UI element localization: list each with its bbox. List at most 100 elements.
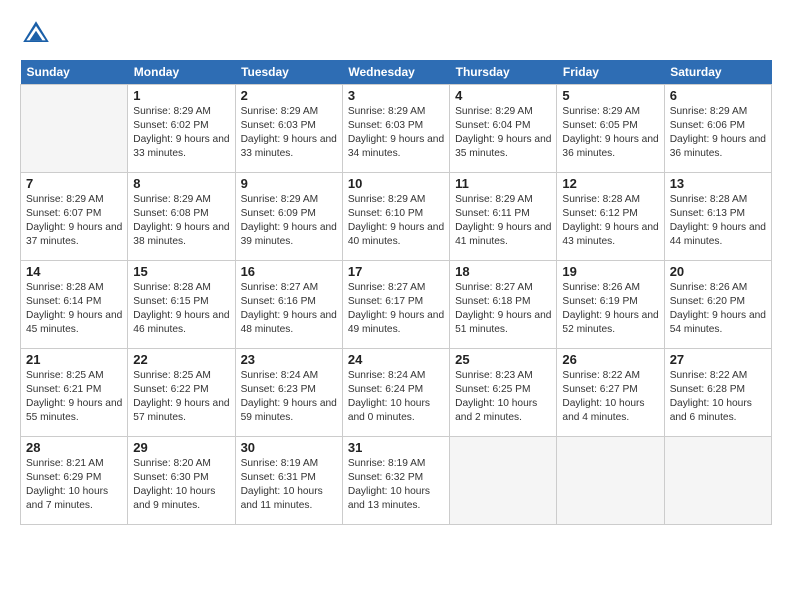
daylight-label: Daylight: 9 hours and 37 minutes. <box>26 222 122 247</box>
day-info: Sunrise: 8:28 AMSunset: 6:14 PMDaylight:… <box>26 281 122 337</box>
day-cell-13: 13Sunrise: 8:28 AMSunset: 6:13 PMDayligh… <box>664 173 771 261</box>
sunrise-label: Sunrise: 8:29 AM <box>348 106 426 117</box>
sunset-label: Sunset: 6:03 PM <box>348 120 423 131</box>
sunset-label: Sunset: 6:07 PM <box>26 208 101 219</box>
weekday-header-saturday: Saturday <box>664 60 771 85</box>
daylight-label: Daylight: 9 hours and 46 minutes. <box>133 310 229 335</box>
day-info: Sunrise: 8:29 AMSunset: 6:04 PMDaylight:… <box>455 105 551 161</box>
day-info: Sunrise: 8:28 AMSunset: 6:12 PMDaylight:… <box>562 193 658 249</box>
day-cell-7: 7 Sunrise: 8:29 AMSunset: 6:07 PMDaylight… <box>21 173 128 261</box>
day-info: Sunrise: 8:27 AMSunset: 6:16 PMDaylight:… <box>241 281 337 337</box>
daylight-label: Daylight: 9 hours and 55 minutes. <box>26 398 122 423</box>
week-row-2: 14 Sunrise: 8:28 AMSunset: 6:14 PMDayligh… <box>21 261 772 349</box>
sunset-label: Sunset: 6:19 PM <box>562 296 637 307</box>
day-cell-18: 18 Sunrise: 8:27 AMSunset: 6:18 PMDayligh… <box>450 261 557 349</box>
header <box>20 18 772 50</box>
weekday-header-monday: Monday <box>128 60 235 85</box>
day-info: Sunrise: 8:24 AMSunset: 6:24 PMDaylight:… <box>348 369 444 425</box>
daylight-label: Daylight: 9 hours and 39 minutes. <box>241 222 337 247</box>
sunrise-label: Sunrise: 8:20 AM <box>133 458 211 469</box>
empty-cell <box>21 85 128 173</box>
sunrise-label: Sunrise: 8:29 AM <box>455 106 533 117</box>
weekday-header-tuesday: Tuesday <box>235 60 342 85</box>
sunset-label: Sunset: 6:31 PM <box>241 472 316 483</box>
sunrise-label: Sunrise: 8:26 AM <box>562 282 640 293</box>
day-number: 17 <box>348 264 444 279</box>
daylight-label: Daylight: 10 hours and 13 minutes. <box>348 486 430 511</box>
daylight-label: Daylight: 9 hours and 57 minutes. <box>133 398 229 423</box>
sunrise-label: Sunrise: 8:27 AM <box>241 282 319 293</box>
sunset-label: Sunset: 6:25 PM <box>455 384 530 395</box>
day-info: Sunrise: 8:20 AMSunset: 6:30 PMDaylight:… <box>133 457 229 513</box>
sunrise-label: Sunrise: 8:29 AM <box>455 194 533 205</box>
daylight-label: Daylight: 9 hours and 38 minutes. <box>133 222 229 247</box>
day-cell-4: 4Sunrise: 8:29 AMSunset: 6:04 PMDaylight… <box>450 85 557 173</box>
day-cell-3: 3Sunrise: 8:29 AMSunset: 6:03 PMDaylight… <box>342 85 449 173</box>
day-cell-6: 6 Sunrise: 8:29 AMSunset: 6:06 PMDaylight… <box>664 85 771 173</box>
day-info: Sunrise: 8:25 AMSunset: 6:22 PMDaylight:… <box>133 369 229 425</box>
sunrise-label: Sunrise: 8:29 AM <box>241 106 319 117</box>
day-number: 13 <box>670 176 766 191</box>
day-info: Sunrise: 8:27 AMSunset: 6:17 PMDaylight:… <box>348 281 444 337</box>
sunrise-label: Sunrise: 8:21 AM <box>26 458 104 469</box>
sunrise-label: Sunrise: 8:26 AM <box>670 282 748 293</box>
sunrise-label: Sunrise: 8:24 AM <box>348 370 426 381</box>
daylight-label: Daylight: 10 hours and 2 minutes. <box>455 398 537 423</box>
day-number: 6 <box>670 88 766 103</box>
daylight-label: Daylight: 10 hours and 7 minutes. <box>26 486 108 511</box>
weekday-header-wednesday: Wednesday <box>342 60 449 85</box>
day-cell-30: 30Sunrise: 8:19 AMSunset: 6:31 PMDayligh… <box>235 437 342 525</box>
empty-cell <box>557 437 664 525</box>
day-info: Sunrise: 8:29 AMSunset: 6:03 PMDaylight:… <box>241 105 337 161</box>
day-number: 14 <box>26 264 122 279</box>
day-number: 18 <box>455 264 551 279</box>
daylight-label: Daylight: 9 hours and 45 minutes. <box>26 310 122 335</box>
sunrise-label: Sunrise: 8:29 AM <box>670 106 748 117</box>
sunset-label: Sunset: 6:32 PM <box>348 472 423 483</box>
sunrise-label: Sunrise: 8:25 AM <box>133 370 211 381</box>
daylight-label: Daylight: 9 hours and 36 minutes. <box>562 134 658 159</box>
day-number: 12 <box>562 176 658 191</box>
day-number: 7 <box>26 176 122 191</box>
day-number: 31 <box>348 440 444 455</box>
sunrise-label: Sunrise: 8:25 AM <box>26 370 104 381</box>
day-cell-1: 1Sunrise: 8:29 AMSunset: 6:02 PMDaylight… <box>128 85 235 173</box>
day-number: 26 <box>562 352 658 367</box>
day-info: Sunrise: 8:29 AMSunset: 6:07 PMDaylight:… <box>26 193 122 249</box>
day-cell-22: 22Sunrise: 8:25 AMSunset: 6:22 PMDayligh… <box>128 349 235 437</box>
day-number: 4 <box>455 88 551 103</box>
sunset-label: Sunset: 6:03 PM <box>241 120 316 131</box>
weekday-header-friday: Friday <box>557 60 664 85</box>
day-number: 24 <box>348 352 444 367</box>
day-cell-28: 28Sunrise: 8:21 AMSunset: 6:29 PMDayligh… <box>21 437 128 525</box>
sunset-label: Sunset: 6:05 PM <box>562 120 637 131</box>
day-cell-2: 2Sunrise: 8:29 AMSunset: 6:03 PMDaylight… <box>235 85 342 173</box>
daylight-label: Daylight: 10 hours and 0 minutes. <box>348 398 430 423</box>
day-number: 1 <box>133 88 229 103</box>
day-info: Sunrise: 8:27 AMSunset: 6:18 PMDaylight:… <box>455 281 551 337</box>
sunrise-label: Sunrise: 8:27 AM <box>348 282 426 293</box>
day-number: 29 <box>133 440 229 455</box>
day-info: Sunrise: 8:29 AMSunset: 6:03 PMDaylight:… <box>348 105 444 161</box>
sunset-label: Sunset: 6:12 PM <box>562 208 637 219</box>
day-cell-10: 10Sunrise: 8:29 AMSunset: 6:10 PMDayligh… <box>342 173 449 261</box>
sunrise-label: Sunrise: 8:29 AM <box>562 106 640 117</box>
week-row-4: 28Sunrise: 8:21 AMSunset: 6:29 PMDayligh… <box>21 437 772 525</box>
week-row-1: 7Sunrise: 8:29 AMSunset: 6:07 PMDaylight… <box>21 173 772 261</box>
daylight-label: Daylight: 9 hours and 51 minutes. <box>455 310 551 335</box>
week-row-3: 21Sunrise: 8:25 AMSunset: 6:21 PMDayligh… <box>21 349 772 437</box>
day-number: 16 <box>241 264 337 279</box>
daylight-label: Daylight: 9 hours and 40 minutes. <box>348 222 444 247</box>
sunset-label: Sunset: 6:11 PM <box>455 208 530 219</box>
sunset-label: Sunset: 6:04 PM <box>455 120 530 131</box>
daylight-label: Daylight: 9 hours and 43 minutes. <box>562 222 658 247</box>
sunset-label: Sunset: 6:08 PM <box>133 208 208 219</box>
day-info: Sunrise: 8:29 AMSunset: 6:06 PMDaylight:… <box>670 105 766 161</box>
daylight-label: Daylight: 9 hours and 36 minutes. <box>670 134 766 159</box>
day-info: Sunrise: 8:29 AM Sunset: 6:05 PM Daylight:… <box>562 105 658 161</box>
day-number: 10 <box>348 176 444 191</box>
day-cell-21: 21Sunrise: 8:25 AMSunset: 6:21 PMDayligh… <box>21 349 128 437</box>
day-info: Sunrise: 8:21 AMSunset: 6:29 PMDaylight:… <box>26 457 122 513</box>
day-cell-17: 17 Sunrise: 8:27 AMSunset: 6:17 PMDayligh… <box>342 261 449 349</box>
day-cell-20: 20Sunrise: 8:26 AMSunset: 6:20 PMDayligh… <box>664 261 771 349</box>
